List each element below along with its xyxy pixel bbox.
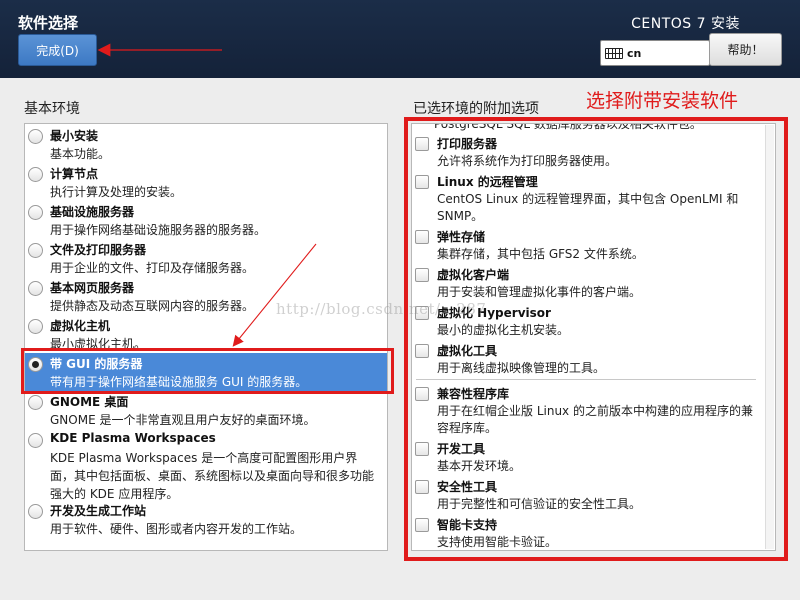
env-item-desc: 用于企业的文件、打印及存储服务器。 — [50, 261, 255, 275]
page-title: 软件选择 — [18, 14, 79, 32]
radio-button[interactable] — [28, 205, 43, 220]
env-item-name: KDE Plasma Workspaces — [50, 431, 216, 445]
env-item[interactable]: 基础设施服务器 用于操作网络基础设施服务器的服务器。 — [25, 202, 387, 238]
env-item[interactable]: 计算节点 执行计算及处理的安装。 — [25, 164, 387, 200]
keyboard-layout-label: cn — [627, 46, 642, 60]
addons-heading: 已选环境的附加选项 — [413, 101, 539, 117]
radio-button[interactable] — [28, 243, 43, 258]
radio-button[interactable] — [28, 433, 43, 448]
keyboard-layout-indicator[interactable]: cn — [600, 40, 710, 66]
env-item-desc: 执行计算及处理的安装。 — [50, 185, 183, 199]
env-item-name: 计算节点 — [50, 167, 99, 181]
env-item-desc: GNOME 是一个非常直观且用户友好的桌面环境。 — [50, 413, 316, 427]
annotation-note: 选择附带安装软件 — [586, 90, 739, 112]
env-item-desc: 用于操作网络基础设施服务器的服务器。 — [50, 223, 267, 237]
env-item-name: GNOME 桌面 — [50, 395, 129, 409]
env-item-desc: 基本功能。 — [50, 147, 111, 161]
env-item[interactable]: 基本网页服务器 提供静态及动态互联网内容的服务器。 — [25, 278, 387, 314]
env-item[interactable]: 文件及打印服务器 用于企业的文件、打印及存储服务器。 — [25, 240, 387, 276]
env-item-desc: 提供静态及动态互联网内容的服务器。 — [50, 299, 255, 313]
done-button[interactable]: 完成(D) — [18, 34, 97, 66]
env-item-name: 基本网页服务器 — [50, 281, 135, 295]
base-env-list: 最小安装 基本功能。 计算节点 执行计算及处理的安装。 基础设施服务器 用于操作… — [24, 123, 388, 551]
env-item-name: 文件及打印服务器 — [50, 243, 147, 257]
base-env-heading: 基本环境 — [24, 101, 80, 117]
help-button[interactable]: 帮助！ — [709, 33, 782, 66]
keyboard-icon — [605, 47, 623, 59]
header-bar: 软件选择 完成(D) CENTOS 7 安装 cn 帮助！ — [0, 0, 800, 78]
env-item-desc: KDE Plasma Workspaces 是一个高度可配置图形用户界面，其中包… — [50, 451, 375, 501]
product-name: CENTOS 7 安装 — [631, 16, 740, 32]
env-item-name: 最小安装 — [50, 129, 99, 143]
radio-button[interactable] — [28, 504, 43, 519]
radio-button[interactable] — [28, 319, 43, 334]
env-item[interactable]: 最小安装 基本功能。 — [25, 126, 387, 162]
env-item[interactable]: GNOME 桌面 GNOME 是一个非常直观且用户友好的桌面环境。 — [25, 392, 387, 428]
annotation-frame-addons — [404, 117, 788, 561]
env-item[interactable]: 开发及生成工作站 用于软件、硬件、图形或者内容开发的工作站。 — [25, 501, 387, 537]
annotation-frame-gui-server — [21, 348, 394, 394]
radio-button[interactable] — [28, 395, 43, 410]
radio-button[interactable] — [28, 281, 43, 296]
env-item[interactable]: 虚拟化主机 最小虚拟化主机。 — [25, 316, 387, 352]
env-item-name: 开发及生成工作站 — [50, 504, 147, 518]
env-item-desc: 用于软件、硬件、图形或者内容开发的工作站。 — [50, 522, 303, 536]
env-item-name: 虚拟化主机 — [50, 319, 111, 333]
env-item[interactable]: KDE Plasma Workspaces KDE Plasma Workspa… — [25, 430, 387, 502]
radio-button[interactable] — [28, 167, 43, 182]
env-item-name: 基础设施服务器 — [50, 205, 135, 219]
radio-button[interactable] — [28, 129, 43, 144]
